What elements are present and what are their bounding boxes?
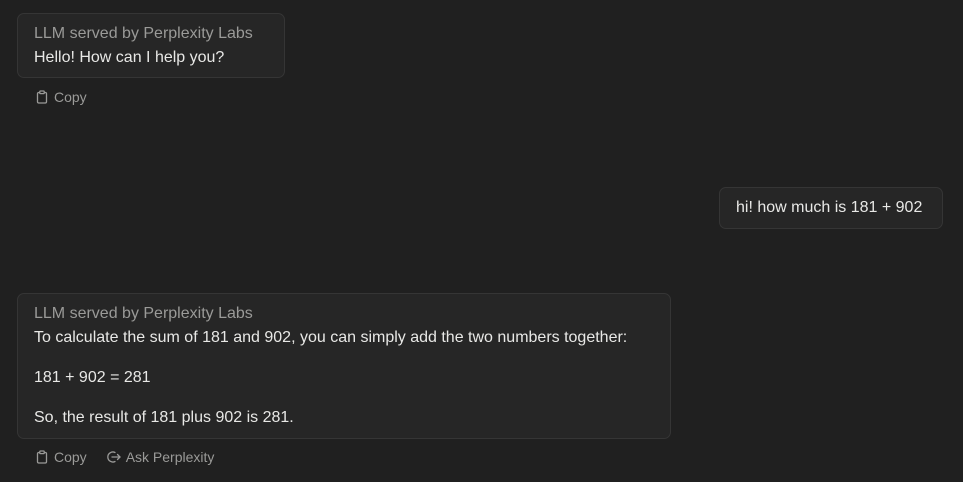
message-actions: Copy Ask Perplexity <box>35 449 214 465</box>
arrow-out-icon <box>106 450 121 464</box>
message-sender: LLM served by Perplexity Labs <box>34 305 253 322</box>
message-text: hi! how much is 181 + 902 <box>736 199 923 216</box>
message-actions: Copy <box>35 89 87 105</box>
message-paragraph: To calculate the sum of 181 and 902, you… <box>34 329 628 346</box>
copy-label: Copy <box>54 89 87 105</box>
message-paragraph: 181 + 902 = 281 <box>34 369 151 386</box>
assistant-message: LLM served by Perplexity Labs To calcula… <box>17 293 671 439</box>
chat-thread: LLM served by Perplexity Labs Hello! How… <box>0 0 963 482</box>
copy-button[interactable]: Copy <box>35 449 87 465</box>
clipboard-icon <box>35 450 49 464</box>
message-sender: LLM served by Perplexity Labs <box>34 25 253 42</box>
ask-perplexity-label: Ask Perplexity <box>125 449 215 465</box>
user-message: hi! how much is 181 + 902 <box>719 187 943 229</box>
copy-label: Copy <box>54 449 87 465</box>
assistant-message: LLM served by Perplexity Labs Hello! How… <box>17 13 285 78</box>
copy-button[interactable]: Copy <box>35 89 87 105</box>
message-text: Hello! How can I help you? <box>34 49 225 66</box>
clipboard-icon <box>35 90 49 104</box>
message-paragraph: So, the result of 181 plus 902 is 281. <box>34 409 294 426</box>
ask-perplexity-button[interactable]: Ask Perplexity <box>106 449 215 465</box>
